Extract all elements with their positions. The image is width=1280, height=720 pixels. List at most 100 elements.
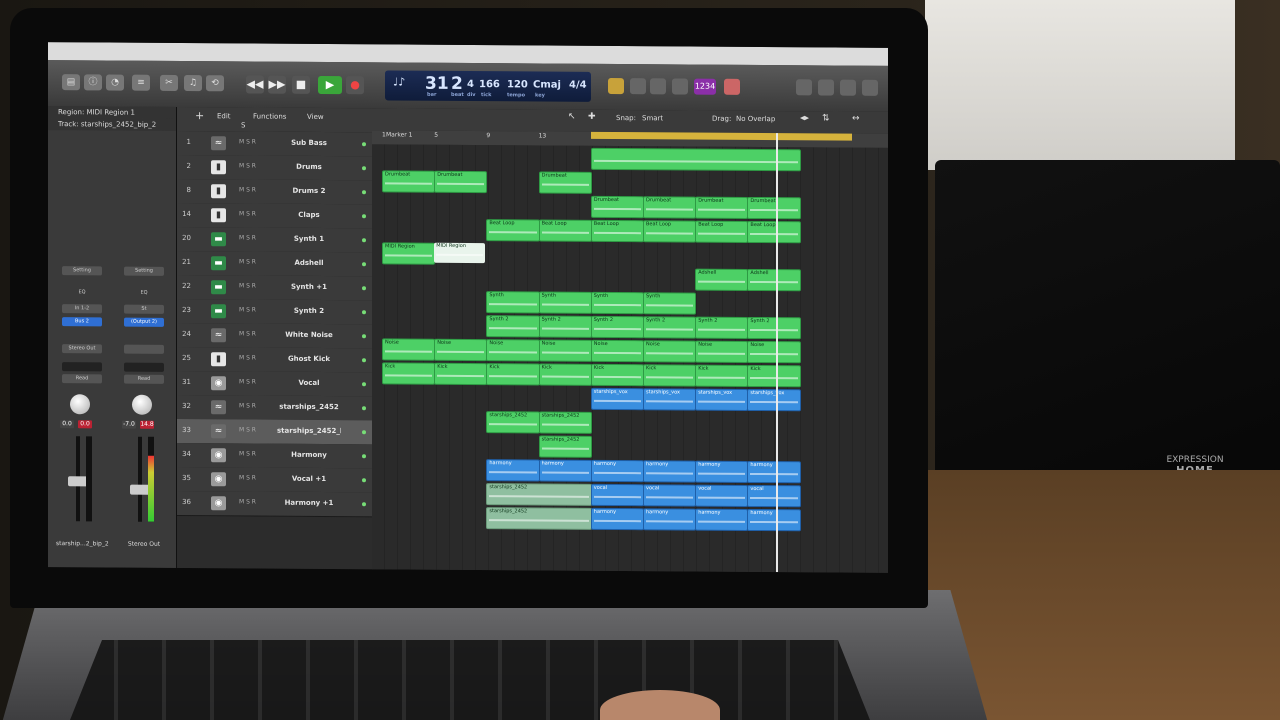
- group-slot[interactable]: [62, 362, 102, 372]
- midi-region[interactable]: Beat Loop: [747, 220, 801, 244]
- output-slot[interactable]: Stereo Out: [62, 344, 102, 354]
- setting-button[interactable]: Setting: [62, 266, 102, 276]
- automation-mode[interactable]: Read: [62, 374, 102, 384]
- track-header[interactable]: 35 ◉ M S R Vocal +1: [177, 466, 373, 494]
- midi-region[interactable]: Noise: [695, 340, 749, 363]
- track-name[interactable]: Vocal +1: [277, 475, 341, 483]
- mute-solo-record-buttons[interactable]: M S R: [239, 426, 256, 433]
- midi-region[interactable]: Noise: [643, 340, 697, 363]
- track-header[interactable]: 36 ◉ M S R Harmony +1: [177, 490, 373, 518]
- track-lane[interactable]: starships_2452 harmony harmony harmony harmo…: [372, 504, 888, 532]
- midi-region[interactable]: Drumbeat: [747, 196, 801, 220]
- output-slot[interactable]: [124, 344, 164, 354]
- audio-region[interactable]: starships_vox: [643, 388, 697, 411]
- volume-fader[interactable]: [68, 476, 88, 487]
- midi-region[interactable]: Kick: [590, 363, 644, 387]
- drag-value[interactable]: No Overlap: [736, 115, 775, 123]
- midi-region[interactable]: Kick: [486, 363, 540, 386]
- midi-region[interactable]: Drumbeat: [590, 195, 644, 219]
- mute-solo-record-buttons[interactable]: M S R: [239, 498, 256, 505]
- track-lane[interactable]: starships_vox starships_vox starships_vox s…: [372, 384, 888, 412]
- midi-region[interactable]: starships_2452: [486, 411, 540, 434]
- loop-browser-icon[interactable]: [840, 79, 856, 96]
- browsers-icon[interactable]: [862, 79, 878, 96]
- stop-button[interactable]: ■: [292, 75, 310, 94]
- smart-controls-icon[interactable]: ◔: [106, 74, 124, 91]
- track-name[interactable]: Vocal: [277, 379, 341, 387]
- midi-region[interactable]: Adshell: [695, 268, 749, 291]
- pointer-tool-icon[interactable]: ↖: [568, 112, 576, 122]
- midi-region[interactable]: Drumbeat: [434, 170, 488, 194]
- record-button[interactable]: ●: [346, 76, 364, 95]
- track-lane[interactable]: Adshell Adshell: [372, 264, 888, 292]
- track-name[interactable]: starships_2452_bip: [277, 427, 341, 435]
- midi-region[interactable]: Synth: [486, 291, 540, 314]
- track-header[interactable]: 23 ▬ M S R Synth 2: [177, 298, 373, 326]
- midi-region[interactable]: starships_2452: [486, 483, 592, 506]
- midi-region[interactable]: Kick: [434, 362, 488, 386]
- track-header[interactable]: 24 ≈ M S R White Noise: [177, 322, 373, 350]
- track-name[interactable]: Sub Bass: [277, 139, 341, 147]
- track-lane[interactable]: MIDI Region MIDI Region: [372, 240, 888, 268]
- midi-region[interactable]: Beat Loop: [590, 219, 644, 243]
- score-icon[interactable]: ♫: [184, 75, 202, 92]
- track-lane[interactable]: Synth 2 Synth 2 Synth 2 Synth 2 Synth 2 Synth…: [372, 312, 888, 340]
- track-header[interactable]: 1 ≈ M S R Sub Bass: [177, 130, 373, 158]
- track-header[interactable]: 33 ≈ M S R starships_2452_bip: [177, 418, 373, 446]
- track-header[interactable]: 34 ◉ M S R Harmony: [177, 442, 373, 470]
- midi-region[interactable]: starships_2452: [486, 507, 592, 530]
- track-lane[interactable]: harmony harmony harmony harmony harmony harmo…: [372, 456, 888, 484]
- eq-display[interactable]: EQ: [124, 289, 164, 298]
- replace-button[interactable]: [630, 78, 646, 95]
- midi-region[interactable]: Synth: [538, 291, 592, 314]
- track-name[interactable]: Harmony +1: [277, 499, 341, 507]
- track-lane[interactable]: starships_2452 starships_2452: [372, 408, 888, 436]
- input-slot[interactable]: St: [124, 304, 164, 314]
- audio-region[interactable]: vocal: [695, 484, 749, 507]
- track-lane[interactable]: Noise Noise Noise Noise Noise Noise Noise Noise: [372, 336, 888, 364]
- mute-solo-record-buttons[interactable]: M S R: [239, 234, 256, 241]
- snap-value[interactable]: Smart: [642, 114, 663, 122]
- midi-region[interactable]: Synth 2: [695, 316, 749, 339]
- midi-region[interactable]: Synth: [643, 292, 697, 315]
- track-header[interactable]: 25 ▮ M S R Ghost Kick: [177, 346, 373, 374]
- track-name[interactable]: starships_2452: [277, 403, 341, 411]
- track-header[interactable]: 32 ≈ M S R starships_2452: [177, 394, 373, 422]
- audio-fx-slot[interactable]: Bus 2: [62, 317, 102, 327]
- midi-region[interactable]: starships_2452: [538, 435, 592, 458]
- audio-fx-slot[interactable]: (Output 2): [124, 317, 164, 327]
- midi-region[interactable]: Beat Loop: [538, 219, 592, 242]
- count-in-badge[interactable]: 1234: [694, 78, 716, 95]
- pan-knob[interactable]: [132, 394, 152, 415]
- midi-region[interactable]: starships_2452: [538, 411, 592, 434]
- audio-region[interactable]: harmony: [747, 508, 801, 532]
- mute-solo-record-buttons[interactable]: M S R: [239, 378, 256, 385]
- track-lane[interactable]: Drumbeat Drumbeat Drumbeat: [372, 168, 888, 196]
- track-name[interactable]: Adshell: [277, 259, 341, 267]
- midi-region[interactable]: Kick: [538, 363, 592, 386]
- mute-solo-record-buttons[interactable]: M S R: [239, 210, 256, 217]
- midi-region[interactable]: Synth 2: [590, 315, 644, 339]
- midi-region[interactable]: Synth 2: [643, 316, 697, 339]
- track-header[interactable]: 14 ▮ M S R Claps: [177, 202, 373, 230]
- audio-region[interactable]: vocal: [590, 483, 644, 507]
- track-header[interactable]: 8 ▮ M S R Drums 2: [177, 178, 373, 206]
- edit-menu[interactable]: Edit: [217, 112, 231, 120]
- notepad-icon[interactable]: [818, 79, 834, 96]
- playhead[interactable]: [776, 133, 779, 573]
- audio-region[interactable]: vocal: [747, 484, 801, 508]
- mute-solo-record-buttons[interactable]: M S R: [239, 162, 256, 169]
- volume-fader-track[interactable]: [138, 436, 142, 522]
- audio-region[interactable]: harmony: [695, 508, 749, 531]
- mute-solo-record-buttons[interactable]: M S R: [239, 354, 256, 361]
- midi-region[interactable]: MIDI Region: [434, 242, 486, 264]
- marker-label[interactable]: Marker 1: [386, 131, 412, 138]
- midi-region[interactable]: Adshell: [747, 268, 801, 292]
- midi-region[interactable]: [590, 147, 801, 172]
- region-inspector-header[interactable]: Region: MIDI Region 1: [48, 106, 176, 119]
- audio-region[interactable]: starships_vox: [695, 388, 749, 411]
- mute-solo-record-buttons[interactable]: M S R: [239, 186, 256, 193]
- mute-solo-record-buttons[interactable]: M S R: [239, 330, 256, 337]
- audio-region[interactable]: harmony: [590, 507, 644, 531]
- track-name[interactable]: Synth 2: [277, 307, 341, 315]
